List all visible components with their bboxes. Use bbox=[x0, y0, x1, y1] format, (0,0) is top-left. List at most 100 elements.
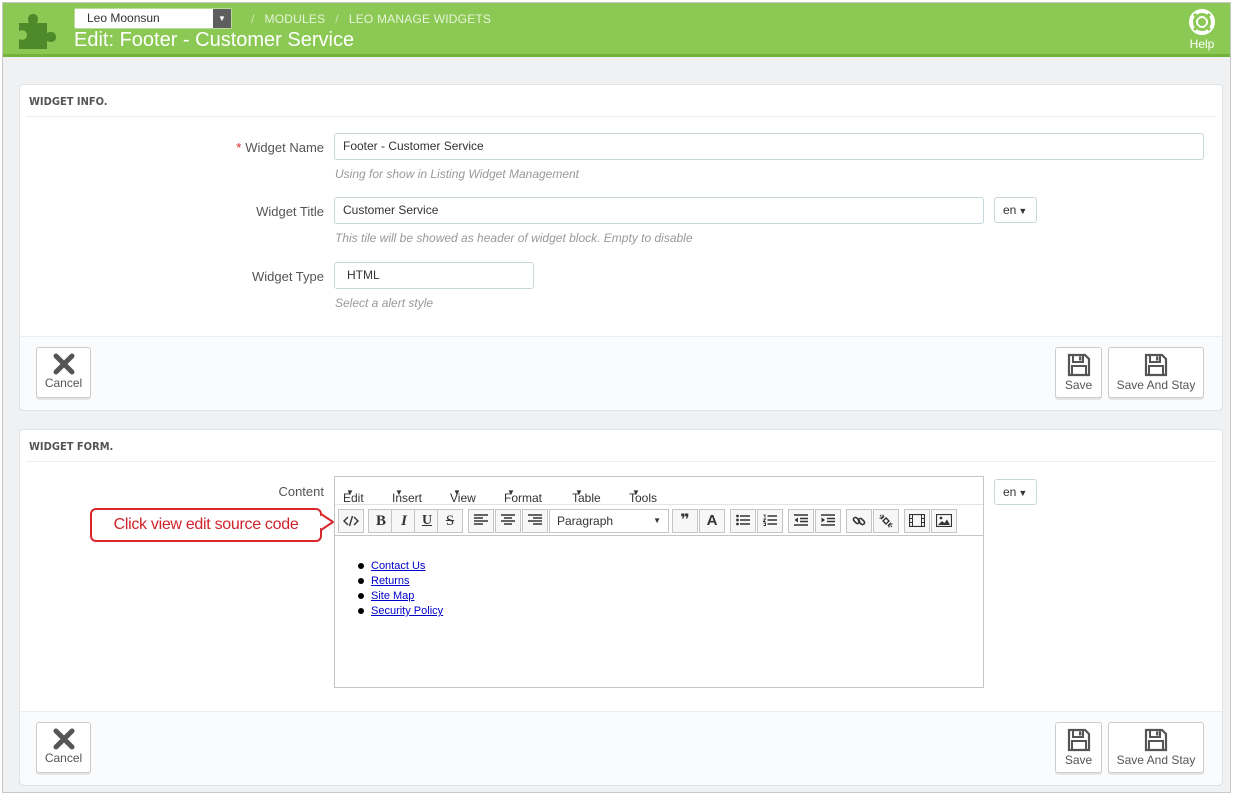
menu-view-label: View bbox=[450, 491, 476, 505]
strikethrough-button[interactable]: S bbox=[437, 509, 463, 533]
align-center-button[interactable] bbox=[495, 509, 521, 533]
menu-format[interactable]: Format ▼ bbox=[504, 484, 542, 505]
breadcrumb-separator: / bbox=[335, 12, 339, 26]
close-icon bbox=[53, 728, 74, 750]
menu-table-label: Table bbox=[572, 491, 601, 505]
widget-info-heading: WIDGET INFO. bbox=[26, 85, 1216, 117]
numbered-list-button[interactable] bbox=[757, 509, 783, 533]
menu-table[interactable]: Table ▼ bbox=[572, 484, 601, 505]
breadcrumb-modules[interactable]: MODULES bbox=[265, 12, 326, 26]
link-icon bbox=[852, 516, 866, 526]
breadcrumb-leo-manage-widgets[interactable]: LEO MANAGE WIDGETS bbox=[349, 12, 491, 26]
cancel-label: Cancel bbox=[44, 376, 83, 390]
widget-title-lang-button[interactable]: en ▼ bbox=[994, 197, 1037, 223]
numbered-list-icon bbox=[763, 514, 777, 526]
floppy-disk-icon bbox=[1067, 728, 1090, 752]
editor-toolbar: B I U S Paragraph ▼ ❞ A bbox=[335, 506, 983, 536]
save-button[interactable]: Save bbox=[1055, 722, 1102, 773]
save-and-stay-label: Save And Stay bbox=[1116, 378, 1196, 392]
bold-icon: B bbox=[375, 513, 386, 529]
floppy-disk-icon bbox=[1144, 728, 1168, 752]
insert-image-button[interactable] bbox=[931, 509, 957, 533]
remove-link-button[interactable] bbox=[873, 509, 899, 533]
menu-tools[interactable]: Tools ▼ bbox=[629, 484, 657, 505]
lang-code: en bbox=[1003, 203, 1017, 217]
caret-down-icon: ▼ bbox=[1018, 488, 1028, 498]
widget-type-select[interactable]: HTML bbox=[334, 262, 534, 289]
menu-edit-label: Edit bbox=[343, 491, 364, 505]
content-lang-button[interactable]: en ▼ bbox=[994, 479, 1037, 505]
outdent-icon bbox=[794, 514, 808, 526]
required-mark: * bbox=[236, 140, 242, 155]
outdent-button[interactable] bbox=[788, 509, 814, 533]
breadcrumb-separator: / bbox=[251, 12, 255, 26]
lifebuoy-icon bbox=[1189, 9, 1215, 35]
align-center-icon bbox=[501, 514, 515, 525]
align-left-button[interactable] bbox=[468, 509, 494, 533]
editor-content-area[interactable]: Contact Us Returns Site Map Security Pol… bbox=[335, 537, 983, 687]
menu-insert[interactable]: Insert ▼ bbox=[392, 484, 422, 505]
insert-video-button[interactable] bbox=[904, 509, 930, 533]
quote-icon: ❞ bbox=[680, 512, 690, 529]
indent-icon bbox=[821, 514, 835, 526]
callout-annotation: Click view edit source code bbox=[90, 508, 322, 542]
menu-tools-label: Tools bbox=[629, 491, 658, 505]
blockquote-button[interactable]: ❞ bbox=[672, 509, 698, 533]
menu-edit[interactable]: Edit ▼ bbox=[343, 484, 364, 505]
insert-link-button[interactable] bbox=[846, 509, 872, 533]
page-title: Edit: Footer - Customer Service bbox=[74, 29, 355, 51]
editor-menubar: Edit ▼ Insert ▼ View ▼ Format ▼ Table ▼ Tools… bbox=[335, 477, 983, 505]
caret-down-icon: ▼ bbox=[1018, 206, 1028, 216]
shop-select-value: Leo Moonsun bbox=[87, 11, 160, 25]
menu-insert-label: Insert bbox=[392, 491, 423, 505]
widget-title-input[interactable]: Customer Service bbox=[334, 197, 984, 224]
italic-icon: I bbox=[401, 513, 407, 529]
widget-title-hint: This tile will be showed as header of wi… bbox=[335, 231, 693, 245]
app-frame: Leo Moonsun ▼ / MODULES / LEO MANAGE WIDGET… bbox=[2, 2, 1231, 793]
list-item-site-map[interactable]: Site Map bbox=[357, 589, 443, 604]
cancel-button[interactable]: Cancel bbox=[36, 347, 91, 398]
indent-button[interactable] bbox=[815, 509, 841, 533]
bullet-list-button[interactable] bbox=[730, 509, 756, 533]
shop-select[interactable]: Leo Moonsun ▼ bbox=[74, 8, 232, 29]
list-item-security-policy[interactable]: Security Policy bbox=[357, 604, 443, 619]
widget-type-hint: Select a alert style bbox=[335, 296, 434, 310]
help-button[interactable]: Help bbox=[1182, 9, 1222, 51]
widget-type-label: Widget Type bbox=[251, 269, 324, 284]
text-color-icon: A bbox=[706, 512, 718, 529]
list-item-contact-us[interactable]: Contact Us bbox=[357, 559, 443, 574]
cancel-button[interactable]: Cancel bbox=[36, 722, 91, 773]
film-icon bbox=[909, 514, 925, 527]
save-and-stay-button[interactable]: Save And Stay bbox=[1108, 347, 1204, 398]
save-and-stay-button[interactable]: Save And Stay bbox=[1108, 722, 1204, 773]
help-label: Help bbox=[1189, 37, 1215, 51]
format-select[interactable]: Paragraph ▼ bbox=[549, 509, 669, 533]
widget-form-heading: WIDGET FORM. bbox=[26, 430, 1216, 462]
widget-info-footer: Cancel Save Save And Stay bbox=[20, 336, 1222, 410]
content-label: Content bbox=[278, 484, 324, 499]
menu-format-label: Format bbox=[504, 491, 543, 505]
cancel-label: Cancel bbox=[44, 751, 83, 765]
widget-name-label-text: Widget Name bbox=[245, 140, 324, 155]
floppy-disk-icon bbox=[1144, 353, 1168, 377]
align-right-button[interactable] bbox=[522, 509, 548, 533]
text-color-button[interactable]: A bbox=[699, 509, 725, 533]
widget-form-footer: Cancel Save Save And Stay bbox=[20, 711, 1222, 785]
source-code-button[interactable] bbox=[338, 509, 364, 533]
lang-code: en bbox=[1003, 485, 1017, 499]
widget-name-hint: Using for show in Listing Widget Managem… bbox=[335, 167, 580, 181]
close-icon bbox=[53, 353, 74, 375]
underline-icon: U bbox=[421, 513, 433, 528]
save-label: Save bbox=[1064, 378, 1093, 392]
callout-pointer bbox=[320, 513, 334, 531]
align-right-icon bbox=[528, 514, 542, 525]
list-item-returns[interactable]: Returns bbox=[357, 574, 443, 589]
widget-name-input[interactable]: Footer - Customer Service bbox=[334, 133, 1204, 160]
save-button[interactable]: Save bbox=[1055, 347, 1102, 398]
save-label: Save bbox=[1064, 753, 1093, 767]
unlink-icon bbox=[879, 514, 893, 528]
widget-name-label: * Widget Name bbox=[104, 140, 324, 155]
chevron-down-icon: ▼ bbox=[213, 9, 231, 28]
code-icon bbox=[343, 515, 359, 527]
menu-view[interactable]: View ▼ bbox=[450, 484, 476, 505]
